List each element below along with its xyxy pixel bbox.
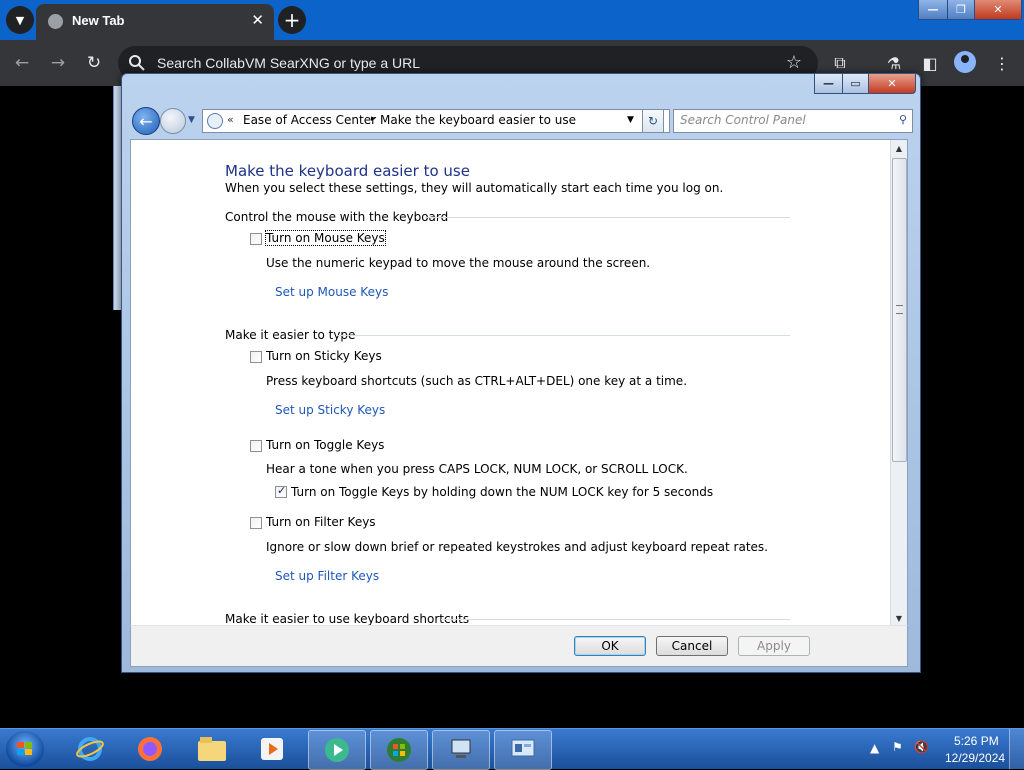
new-tab-button[interactable]: +: [278, 6, 306, 34]
section-heading-shortcuts: Make it easier to use keyboard shortcuts: [225, 612, 470, 626]
filter-keys-checkbox[interactable]: [250, 517, 262, 529]
media-player-icon[interactable]: [244, 730, 300, 768]
show-desktop-button[interactable]: [1009, 729, 1024, 769]
filter-keys-label[interactable]: Turn on Filter Keys: [266, 515, 376, 529]
sticky-keys-description: Press keyboard shortcuts (such as CTRL+A…: [266, 374, 688, 388]
recent-pages-dropdown-icon[interactable]: ▼: [188, 115, 195, 125]
windows-logo-icon: [17, 742, 32, 755]
filter-keys-description: Ignore or slow down brief or repeated ke…: [266, 540, 768, 554]
profile-avatar-icon[interactable]: [954, 51, 976, 73]
internet-explorer-icon[interactable]: [62, 730, 118, 768]
omnibox-text: Search CollabVM SearXNG or type a URL: [157, 55, 420, 71]
firefox-icon[interactable]: [122, 730, 178, 768]
refresh-button[interactable]: ↻: [642, 109, 664, 133]
search-icon[interactable]: ⚲: [899, 113, 907, 126]
address-dropdown-icon[interactable]: ▼: [627, 115, 634, 125]
page-subtitle: When you select these settings, they wil…: [225, 181, 724, 195]
toggle-keys-label[interactable]: Turn on Toggle Keys: [266, 438, 384, 452]
network-connections-icon[interactable]: [432, 730, 490, 770]
bookmark-star-icon[interactable]: ☆: [786, 52, 802, 73]
window-maximize-button[interactable]: ▭: [842, 74, 869, 94]
taskbar: ▲ ⚑ 🔇 5:26 PM 12/29/2024: [0, 728, 1024, 770]
control-panel-window: — ▭ ✕ ← ▼ « Ease of Access Center ▸ Make…: [121, 73, 921, 673]
mouse-keys-description: Use the numeric keypad to move the mouse…: [266, 256, 651, 270]
toggle-keys-num-lock-label[interactable]: Turn on Toggle Keys by holding down the …: [291, 485, 713, 499]
breadcrumb-separator-icon[interactable]: ▸: [371, 114, 376, 124]
forward-arrow-icon[interactable]: →: [46, 51, 70, 75]
breadcrumb-current-page[interactable]: Make the keyboard easier to use: [380, 113, 576, 127]
toggle-keys-description: Hear a tone when you press CAPS LOCK, NU…: [266, 462, 688, 476]
extensions-icon[interactable]: ⧉: [828, 51, 852, 75]
section-divider: [441, 619, 790, 620]
clock-time[interactable]: 5:26 PM: [954, 734, 999, 748]
set-up-mouse-keys-link[interactable]: Set up Mouse Keys: [275, 285, 388, 299]
back-button[interactable]: ←: [132, 107, 160, 135]
tab-close-button[interactable]: ✕: [251, 11, 264, 29]
page-title: Make the keyboard easier to use: [225, 162, 470, 180]
collabvm-app-icon[interactable]: [308, 730, 366, 770]
scroll-up-arrow-icon[interactable]: ▲: [891, 140, 907, 156]
scrollbar-thumb[interactable]: [892, 158, 907, 462]
browser-restore-button[interactable]: ❐: [947, 0, 975, 20]
ok-button[interactable]: OK: [574, 636, 646, 656]
set-up-sticky-keys-link[interactable]: Set up Sticky Keys: [275, 403, 385, 417]
tab-title: New Tab: [72, 13, 125, 28]
browser-tab[interactable]: New Tab ✕: [36, 4, 274, 40]
show-hidden-icons-icon[interactable]: ▲: [870, 741, 879, 755]
set-up-filter-keys-link[interactable]: Set up Filter Keys: [275, 569, 379, 583]
sticky-keys-checkbox[interactable]: [250, 351, 262, 363]
cancel-button[interactable]: Cancel: [656, 636, 728, 656]
mouse-keys-checkbox[interactable]: [250, 233, 262, 245]
control-panel-icon: [207, 113, 223, 129]
navigation-bar: ← ▼ « Ease of Access Center ▸ Make the k…: [130, 104, 913, 136]
section-heading-mouse: Control the mouse with the keyboard: [225, 210, 449, 224]
sticky-keys-label[interactable]: Turn on Sticky Keys: [266, 349, 382, 363]
dialog-button-bar: OK Cancel Apply: [130, 625, 908, 667]
start-button[interactable]: [6, 731, 44, 767]
labs-flask-icon[interactable]: ⚗: [882, 51, 906, 75]
browser-tab-strip: ▼ New Tab ✕ + — ❐ ✕: [0, 0, 1024, 40]
back-arrow-icon[interactable]: ←: [10, 51, 34, 75]
tab-favicon-icon: [48, 14, 63, 29]
scroll-down-arrow-icon[interactable]: ▼: [891, 610, 907, 626]
scrollbar-grip-icon: [896, 305, 903, 314]
tab-search-menu-button[interactable]: ▼: [6, 6, 34, 34]
vertical-scrollbar[interactable]: ▲ ▼: [890, 140, 907, 626]
windows-media-center-icon[interactable]: [370, 730, 428, 770]
search-control-panel-input[interactable]: Search Control Panel ⚲: [673, 109, 913, 133]
breadcrumb-overflow[interactable]: «: [227, 113, 234, 126]
window-minimize-button[interactable]: —: [814, 74, 843, 94]
section-heading-type: Make it easier to type: [225, 328, 356, 342]
apply-button: Apply: [738, 636, 810, 656]
control-panel-taskbar-icon[interactable]: [494, 730, 552, 770]
reload-icon[interactable]: ↻: [82, 51, 106, 75]
window-close-button[interactable]: ✕: [868, 74, 916, 94]
toggle-keys-num-lock-checkbox[interactable]: [275, 484, 287, 498]
side-panel-icon[interactable]: ◧: [918, 51, 942, 75]
browser-minimize-button[interactable]: —: [918, 0, 948, 20]
address-bar[interactable]: « Ease of Access Center ▸ Make the keybo…: [202, 109, 670, 133]
mouse-keys-label[interactable]: Turn on Mouse Keys: [265, 230, 386, 246]
section-divider: [337, 335, 790, 336]
clock-date[interactable]: 12/29/2024: [945, 751, 1005, 765]
content-pane: Make the keyboard easier to use When you…: [130, 139, 908, 627]
search-icon: [129, 55, 145, 71]
section-divider: [425, 217, 790, 218]
browser-close-button[interactable]: ✕: [974, 0, 1022, 20]
toggle-keys-checkbox[interactable]: [250, 440, 262, 452]
chrome-menu-icon[interactable]: ⋮: [990, 51, 1014, 75]
search-placeholder: Search Control Panel: [680, 113, 806, 127]
action-center-flag-icon[interactable]: ⚑: [892, 740, 903, 754]
breadcrumb-ease-of-access[interactable]: Ease of Access Center: [243, 113, 376, 127]
forward-button[interactable]: [160, 108, 186, 134]
windows-explorer-icon[interactable]: [184, 730, 240, 768]
volume-muted-icon[interactable]: 🔇: [914, 740, 929, 754]
